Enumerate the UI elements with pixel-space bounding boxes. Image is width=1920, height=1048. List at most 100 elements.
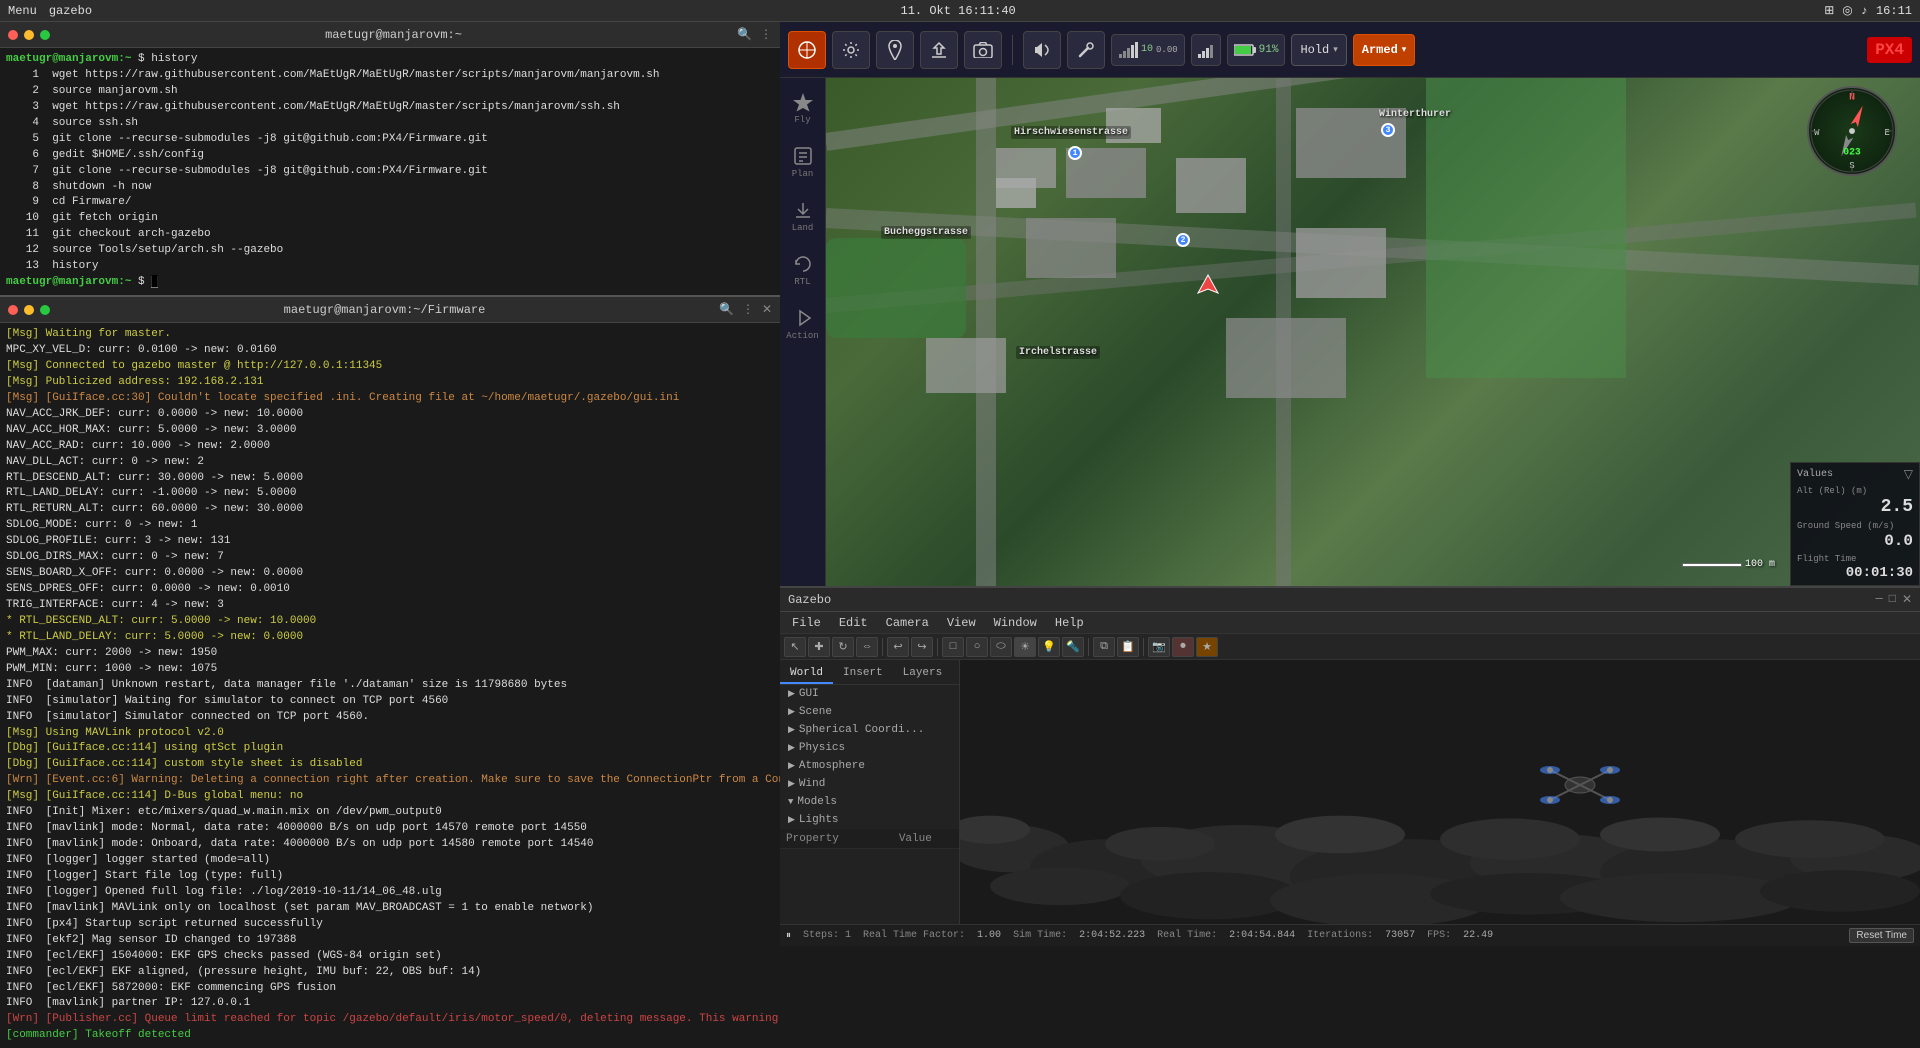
gz-tool-select[interactable]: ↖ — [784, 637, 806, 657]
gz-rtf-val: 1.00 — [977, 930, 1001, 941]
qgc-topbar: 10 0.00 91% — [780, 22, 1920, 78]
qgc-armed-arrow: ▾ — [1402, 45, 1407, 55]
values-expand[interactable]: ▽ — [1904, 467, 1913, 482]
svg-text:E: E — [1885, 128, 1890, 138]
building-9 — [1226, 318, 1346, 398]
gz-tool-scale[interactable]: ⇔ — [856, 637, 878, 657]
gazebo-menu-camera[interactable]: Camera — [878, 614, 937, 632]
term1-menu-icon[interactable]: ⋮ — [760, 27, 772, 42]
qgc-map-btn[interactable] — [788, 31, 826, 69]
term2-max-btn[interactable] — [40, 305, 50, 315]
qgc-location-btn[interactable] — [876, 31, 914, 69]
gz-item-gui[interactable]: ▶GUI — [780, 685, 959, 703]
terminal2-content: [Msg] Waiting for master. MPC_XY_VEL_D: … — [0, 323, 780, 1048]
qgc-audio-btn[interactable] — [1023, 31, 1061, 69]
qgc-camera-btn[interactable] — [964, 31, 1002, 69]
gz-item-physics[interactable]: ▶Physics — [780, 739, 959, 757]
qgc-tools-btn[interactable] — [1067, 31, 1105, 69]
gz-tool-star[interactable]: ★ — [1196, 637, 1218, 657]
qgc-armed-dropdown[interactable]: Armed ▾ — [1353, 34, 1416, 66]
gz-item-lights[interactable]: ▶Lights — [780, 811, 959, 829]
gz-tool-light-point[interactable]: 💡 — [1038, 637, 1060, 657]
menu-label[interactable]: Menu — [8, 4, 37, 18]
gz-item-wind-label: Wind — [799, 778, 825, 790]
gazebo-minimize[interactable]: ─ — [1876, 592, 1883, 607]
term2-search-icon[interactable]: 🔍 — [719, 302, 734, 317]
gz-item-spherical[interactable]: ▶Spherical Coordi... — [780, 721, 959, 739]
gz-tool-paste[interactable]: 📋 — [1117, 637, 1139, 657]
terminal1-content: maetugr@manjarovm:~ $ history 1 wget htt… — [0, 48, 780, 295]
gz-item-models[interactable]: ▼Models — [780, 793, 959, 811]
gz-item-scene-arrow: ▶ — [788, 707, 795, 717]
waypoint-1: 1 — [1068, 146, 1082, 160]
gz-reset-time-btn[interactable]: Reset Time — [1849, 928, 1914, 943]
term2-close-x[interactable]: ✕ — [762, 302, 772, 317]
gz-tool-cylinder[interactable]: ⬭ — [990, 637, 1012, 657]
gazebo-body: World Insert Layers ▶GUI ▶ Scene ▶Spheric… — [780, 660, 1920, 924]
term1-search-icon[interactable]: 🔍 — [737, 27, 752, 42]
gazebo-menu-edit[interactable]: Edit — [831, 614, 876, 632]
sidebar-land-btn[interactable]: Land — [783, 190, 823, 242]
building-5 — [1176, 158, 1246, 213]
gz-tool-light-dir[interactable]: ☀ — [1014, 637, 1036, 657]
main-layout: maetugr@manjarovm:~ 🔍 ⋮ maetugr@manjarov… — [0, 22, 1920, 946]
sidebar-rtl-btn[interactable]: RTL — [783, 244, 823, 296]
gz-tool-record[interactable]: ⏺ — [1172, 637, 1194, 657]
gz-tool-move[interactable]: ✚ — [808, 637, 830, 657]
gz-item-lights-label: Lights — [799, 814, 839, 826]
gz-fps-label: FPS: — [1427, 930, 1451, 941]
gz-tool-box[interactable]: □ — [942, 637, 964, 657]
gz-tool-light-spot[interactable]: 🔦 — [1062, 637, 1084, 657]
gz-tool-rotate[interactable]: ↻ — [832, 637, 854, 657]
sidebar-fly-btn[interactable]: Fly — [783, 82, 823, 134]
gz-tool-redo[interactable]: ↪ — [911, 637, 933, 657]
gazebo-menu-help[interactable]: Help — [1047, 614, 1092, 632]
gz-tool-copy[interactable]: ⧉ — [1093, 637, 1115, 657]
qgc-settings-btn[interactable] — [832, 31, 870, 69]
gz-tab-insert[interactable]: Insert — [833, 664, 893, 684]
gazebo-menu-window[interactable]: Window — [986, 614, 1045, 632]
term2-close-btn[interactable] — [8, 305, 18, 315]
term2-menu-icon[interactable]: ⋮ — [742, 302, 754, 317]
gz-item-scene-label: Scene — [799, 706, 832, 718]
term2-min-btn[interactable] — [24, 305, 34, 315]
map-area[interactable]: Hirschwiesenstrasse Bucheggstrasse Irche… — [826, 78, 1920, 586]
gz-item-scene[interactable]: ▶ Scene — [780, 703, 959, 721]
gz-tool-undo[interactable]: ↩ — [887, 637, 909, 657]
map-label-irchelstrasse: Irchelstrasse — [1016, 346, 1100, 359]
gz-tab-world[interactable]: World — [780, 664, 833, 684]
gazebo-close[interactable]: ✕ — [1902, 592, 1912, 607]
gazebo-3d-viewport[interactable] — [960, 660, 1920, 924]
gazebo-maximize[interactable]: □ — [1889, 592, 1896, 607]
terminal1-title: maetugr@manjarovm:~ — [325, 28, 462, 42]
drone-3d — [1540, 760, 1620, 814]
qgc-rc-signal[interactable]: 10 0.00 — [1111, 34, 1185, 66]
gazebo-menu-file[interactable]: File — [784, 614, 829, 632]
gz-tool-screenshot[interactable]: 📷 — [1148, 637, 1170, 657]
toolbar-sep-4 — [1143, 638, 1144, 656]
values-panel: Values ▽ Alt (Rel) (m) 2.5 Ground Speed … — [1790, 462, 1920, 586]
instruments: N E S W — [1792, 86, 1912, 176]
term1-max-btn[interactable] — [40, 30, 50, 40]
qgc-battery[interactable]: 91% — [1227, 34, 1286, 66]
gz-fps-val: 22.49 — [1463, 930, 1493, 941]
gazebo-tree: World Insert Layers ▶GUI ▶ Scene ▶Spheric… — [780, 660, 960, 924]
term1-min-btn[interactable] — [24, 30, 34, 40]
sidebar-rtl-label: RTL — [794, 277, 810, 287]
gz-tool-sphere[interactable]: ○ — [966, 637, 988, 657]
gz-pause-btn[interactable]: ⏸ — [786, 930, 791, 942]
toolbar-sep-3 — [1088, 638, 1089, 656]
gz-item-wind[interactable]: ▶Wind — [780, 775, 959, 793]
sidebar-plan-btn[interactable]: Plan — [783, 136, 823, 188]
gazebo-menu-view[interactable]: View — [939, 614, 984, 632]
gz-simtime-label: Sim Time: — [1013, 930, 1067, 941]
term1-close-btn[interactable] — [8, 30, 18, 40]
gz-item-spherical-arrow: ▶ — [788, 725, 795, 735]
gz-tab-layers[interactable]: Layers — [893, 664, 953, 684]
qgc-upload-btn[interactable] — [920, 31, 958, 69]
qgc-hold-dropdown[interactable]: Hold ▾ — [1291, 34, 1346, 66]
gz-item-atmosphere[interactable]: ▶Atmosphere — [780, 757, 959, 775]
gazebo-win-controls: ─ □ ✕ — [1876, 592, 1912, 607]
sidebar-action-btn[interactable]: Action — [783, 298, 823, 350]
qgc-telemetry-signal[interactable] — [1191, 34, 1221, 66]
